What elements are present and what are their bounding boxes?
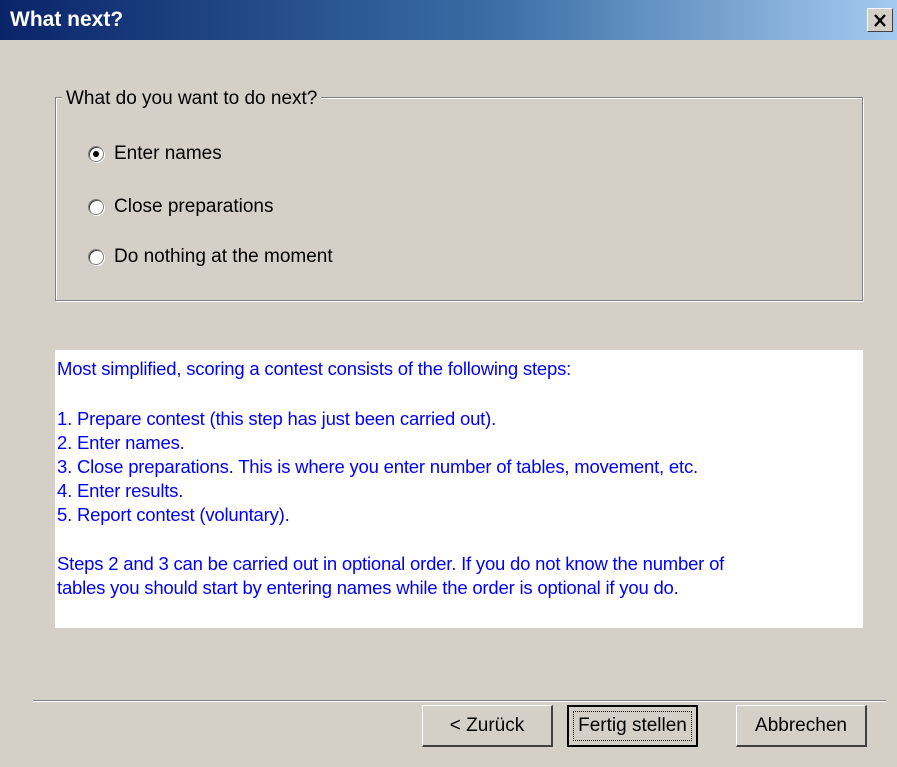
radio-do-nothing[interactable]: [88, 249, 104, 265]
info-note-line-2: tables you should start by entering name…: [57, 577, 679, 598]
window-title: What next?: [10, 8, 124, 31]
focus-rectangle: [573, 711, 692, 741]
info-step-1: 1. Prepare contest (this step has just b…: [57, 408, 497, 429]
info-step-4: 4. Enter results.: [57, 480, 184, 501]
close-icon: [874, 13, 886, 27]
option-do-nothing[interactable]: Do nothing at the moment: [88, 246, 333, 268]
info-step-5: 5. Report contest (voluntary).: [57, 504, 290, 525]
radio-close-preparations[interactable]: [88, 199, 104, 215]
info-note-line-1: Steps 2 and 3 can be carried out in opti…: [57, 553, 725, 574]
group-legend: What do you want to do next?: [62, 88, 322, 110]
radio-enter-names[interactable]: [88, 146, 104, 162]
option-close-preparations[interactable]: Close preparations: [88, 196, 273, 218]
cancel-button[interactable]: Abbrechen: [736, 705, 867, 747]
separator: [33, 700, 886, 702]
option-enter-names[interactable]: Enter names: [88, 143, 222, 165]
info-step-3: 3. Close preparations. This is where you…: [57, 456, 698, 477]
back-button[interactable]: < Zurück: [422, 705, 553, 747]
option-label: Close preparations: [114, 196, 274, 217]
info-panel: Most simplified, scoring a contest consi…: [55, 350, 863, 628]
option-label: Do nothing at the moment: [114, 246, 333, 267]
title-bar: What next?: [0, 0, 897, 40]
close-button[interactable]: [867, 8, 893, 32]
option-label: Enter names: [114, 143, 222, 164]
finish-button[interactable]: Fertig stellen: [567, 705, 698, 747]
info-step-2: 2. Enter names.: [57, 432, 185, 453]
info-intro: Most simplified, scoring a contest consi…: [57, 358, 572, 379]
